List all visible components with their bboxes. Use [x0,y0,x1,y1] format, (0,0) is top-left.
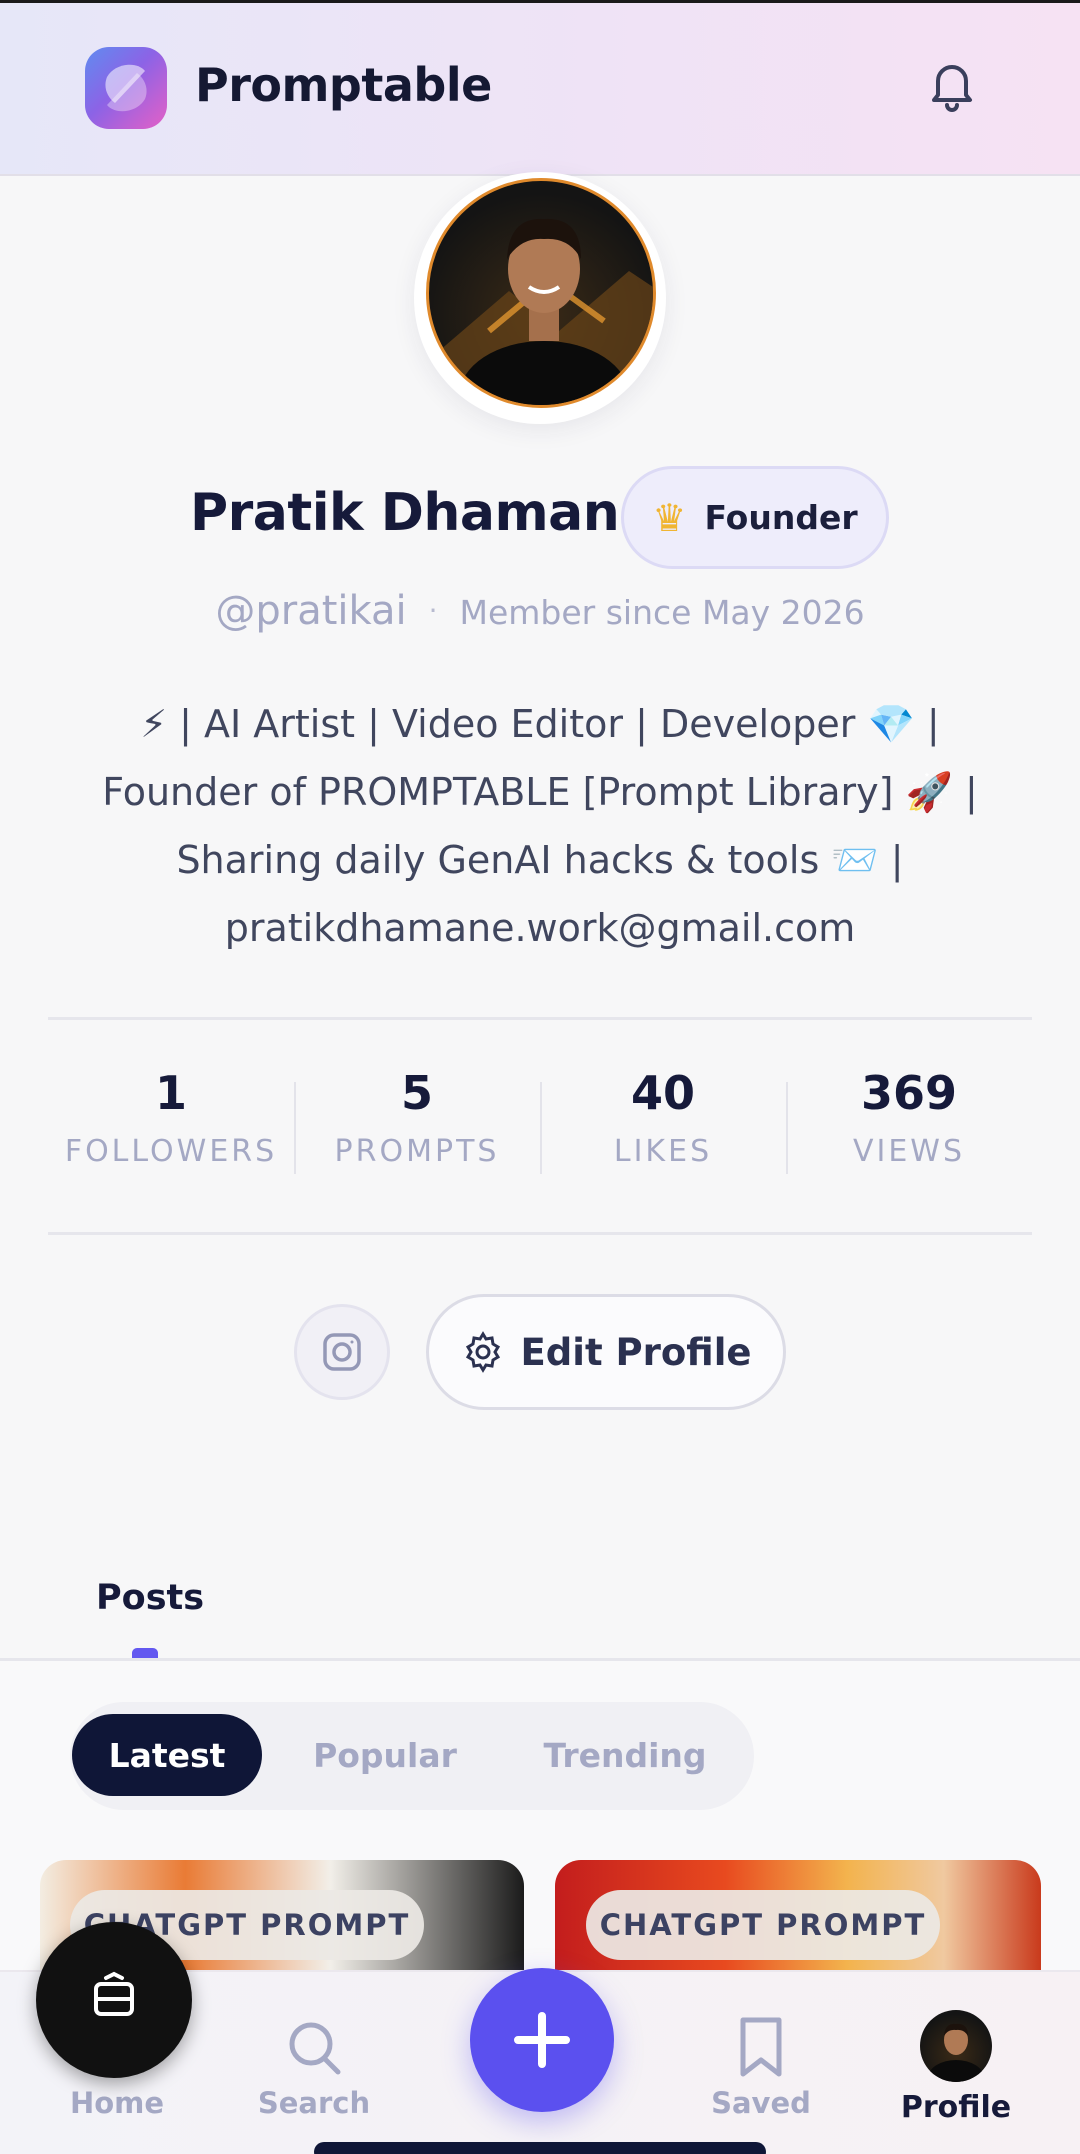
stat-likes[interactable]: 40 LIKES [540,1050,786,1200]
stat-label: VIEWS [852,1134,966,1169]
app-header: Promptable [0,3,1080,176]
crown-icon: ♛ [652,495,687,540]
nav-profile-label: Profile [900,2090,1012,2125]
stat-label: LIKES [613,1134,713,1169]
stat-value: 40 [630,1066,695,1120]
search-icon [289,2022,341,2075]
post-tag: CHATGPT PROMPT [586,1890,940,1960]
nav-saved-label: Saved [711,2086,811,2120]
profile-avatar-mini [920,2010,992,2082]
nav-profile[interactable]: Profile [876,2010,1036,2125]
nav-saved[interactable]: Saved [681,2016,841,2120]
stat-label: FOLLOWERS [64,1134,278,1169]
separator-dot: · [428,594,438,627]
edit-profile-button[interactable]: Edit Profile [426,1294,786,1410]
stat-value: 369 [860,1066,958,1120]
instagram-button[interactable] [294,1304,390,1400]
home-indicator [314,2142,766,2154]
stats-divider-bottom [48,1232,1032,1235]
bio-line: ⚡ | AI Artist | Video Editor | Developer… [140,702,940,746]
stat-value: 1 [154,1066,187,1120]
bio-line: Founder of PROMPTABLE [Prompt Library] 🚀… [102,770,978,814]
stat-label: PROMPTS [334,1134,500,1169]
handle-row: @pratikai · Member since May 2026 [0,588,1080,634]
promptable-logo-icon[interactable] [85,47,167,129]
filter-trending[interactable]: Trending [520,1714,730,1796]
gear-icon [465,1331,500,1373]
stat-followers[interactable]: 1 FOLLOWERS [48,1050,294,1200]
founder-badge: ♛ Founder [621,466,889,569]
nav-search-label: Search [257,2086,371,2120]
profile-avatar[interactable] [426,178,656,408]
plus-icon [514,2012,570,2068]
filter-popular[interactable]: Popular [290,1714,480,1796]
nav-search[interactable]: Search [234,2016,394,2120]
member-since: Member since May 2026 [459,593,865,632]
tab-posts[interactable]: Posts [96,1578,204,1618]
app-title[interactable]: Promptable [195,58,492,112]
filter-latest[interactable]: Latest [72,1714,262,1796]
stats-divider-top [48,1017,1032,1020]
floating-widget-button[interactable] [36,1922,192,2078]
bio-email[interactable]: pratikdhamane.work@gmail.com [60,894,1020,962]
profile-bio: ⚡ | AI Artist | Video Editor | Developer… [60,690,1020,962]
tab-active-indicator [132,1648,158,1658]
profile-stats: 1 FOLLOWERS 5 PROMPTS 40 LIKES 369 VIEWS [48,1050,1032,1200]
stat-prompts[interactable]: 5 PROMPTS [294,1050,540,1200]
bio-line: Sharing daily GenAI hacks & tools 📨 | [176,838,904,882]
stat-views[interactable]: 369 VIEWS [786,1050,1032,1200]
screen-share-icon [94,1971,134,2016]
founder-badge-label: Founder [704,498,858,537]
stat-value: 5 [400,1066,433,1120]
profile-handle: @pratikai [215,588,407,634]
nav-home-label: Home [69,2086,165,2120]
edit-profile-label: Edit Profile [520,1330,752,1374]
create-post-button[interactable] [470,1968,614,2112]
profile-name: Pratik Dhamane [190,483,655,543]
notification-bell-icon[interactable] [924,55,980,115]
bookmark-icon [740,2017,782,2077]
